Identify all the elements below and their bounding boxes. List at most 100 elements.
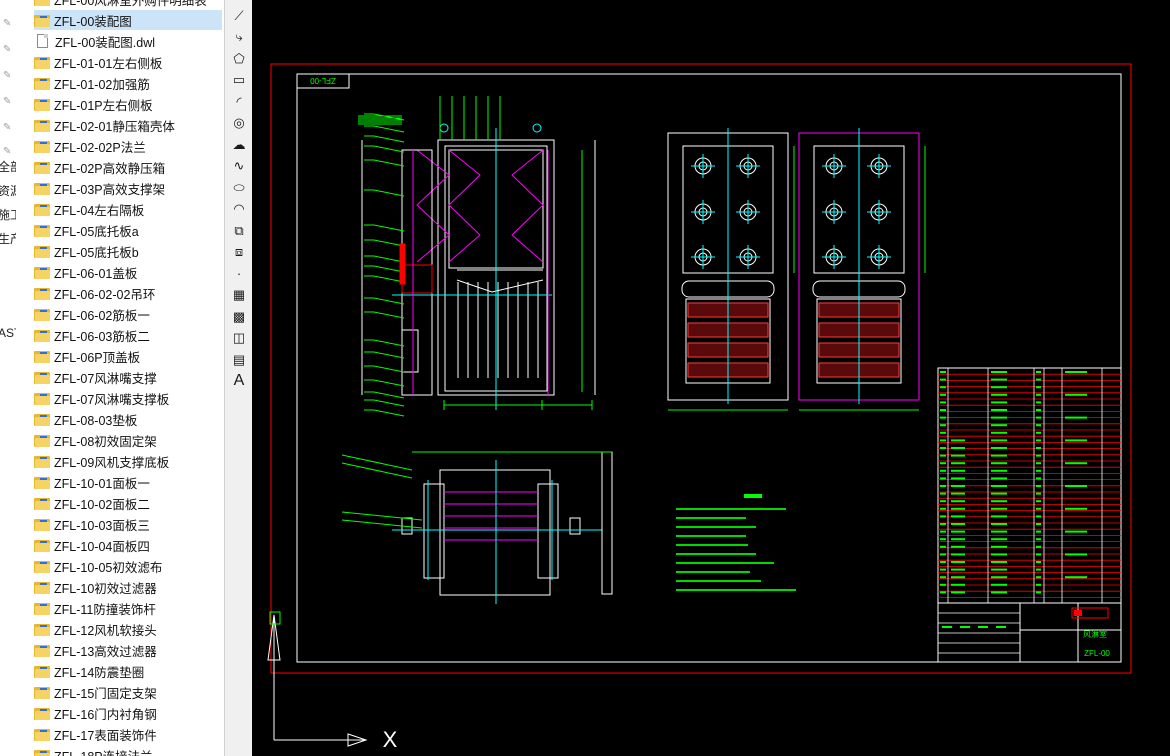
parts-cell-text — [1036, 454, 1041, 457]
file-list-item[interactable]: ZFL-09风机支撑底板 — [34, 451, 222, 471]
nav-item-label[interactable]: 生产 — [0, 230, 16, 247]
pin-icon[interactable]: ✎ — [3, 18, 11, 29]
pin-icon[interactable]: ✎ — [3, 44, 11, 55]
file-list-item[interactable]: ZFL-18P连接法兰 — [34, 745, 222, 756]
folder-icon — [34, 413, 50, 426]
air-nozzle-zigzag-mid — [448, 149, 481, 263]
parts-cell-text — [991, 447, 1007, 449]
folder-icon — [34, 329, 50, 342]
polyline-tool-button[interactable]: ⤷ — [229, 27, 249, 47]
region-tool-icon: ◫ — [232, 330, 246, 345]
file-list-item[interactable]: ZFL-05底托板b — [34, 241, 222, 261]
file-list-item-label: ZFL-02-01静压箱壳体 — [54, 119, 175, 134]
polygon-tool-button[interactable]: ⬠ — [229, 48, 249, 68]
file-list-item[interactable]: ZFL-10-05初效滤布 — [34, 556, 222, 576]
ucs-icon — [267, 611, 368, 747]
file-list-item[interactable]: ZFL-17表面装饰件 — [34, 724, 222, 744]
rectangle-tool-button[interactable]: ▭ — [229, 70, 249, 90]
title-block-text — [942, 626, 952, 628]
file-list-item[interactable]: ZFL-13高效过滤器 — [34, 640, 222, 660]
parts-cell-text — [940, 469, 946, 472]
notes-text-line — [676, 589, 796, 591]
file-list-item[interactable]: ZFL-05底托板a — [34, 220, 222, 240]
file-list-item[interactable]: ZFL-02P高效静压箱 — [34, 157, 222, 177]
make-block-tool-button[interactable]: ⧈ — [229, 242, 249, 262]
polygon-tool-icon: ⬠ — [233, 50, 245, 66]
pin-icon[interactable]: ✎ — [3, 122, 11, 133]
file-list-item[interactable]: ZFL-15门固定支架 — [34, 682, 222, 702]
file-list-item[interactable]: ZFL-07风淋嘴支撑 — [34, 367, 222, 387]
parts-cell-text — [951, 530, 965, 533]
circle-tool-button[interactable]: ◎ — [229, 113, 249, 133]
folder-icon — [34, 77, 50, 90]
pin-icon[interactable]: ✎ — [3, 96, 11, 107]
ellipse-arc-tool-button[interactable]: ◠ — [229, 199, 249, 219]
file-list-item[interactable]: ZFL-02-02P法兰 — [34, 136, 222, 156]
parts-cell-text — [1036, 591, 1041, 594]
file-list-item[interactable]: ZFL-02-01静压箱壳体 — [34, 115, 222, 135]
arc-tool-button[interactable]: ◜ — [229, 91, 249, 111]
file-list-item[interactable]: ZFL-10-02面板二 — [34, 493, 222, 513]
file-list-item[interactable]: ZFL-06-03筋板二 — [34, 325, 222, 345]
gradient-tool-button[interactable]: ▩ — [229, 306, 249, 326]
file-list-item[interactable]: ZFL-10-03面板三 — [34, 514, 222, 534]
revcloud-tool-button[interactable]: ☁ — [229, 134, 249, 154]
table-tool-button[interactable]: ▤ — [229, 349, 249, 369]
ucs-x-label: X — [383, 727, 398, 752]
insert-block-tool-button[interactable]: ⧉ — [229, 220, 249, 240]
file-list-item[interactable]: ZFL-01-01左右侧板 — [34, 52, 222, 72]
file-list-item[interactable]: ZFL-08-03垫板 — [34, 409, 222, 429]
multiline-text-tool-button[interactable]: A — [229, 371, 249, 391]
hatch-tool-button[interactable]: ▦ — [229, 285, 249, 305]
folder-icon — [34, 518, 50, 531]
drawing-canvas[interactable]: ZFL-00 风淋室 ZFL-00 X — [252, 0, 1170, 756]
file-list-item[interactable]: ZFL-06P顶盖板 — [34, 346, 222, 366]
file-list-item[interactable]: ZFL-06-02-02吊环 — [34, 283, 222, 303]
file-list-item[interactable]: ZFL-00装配图.dwl — [34, 31, 222, 51]
file-list-item[interactable]: ZFL-12风机软接头 — [34, 619, 222, 639]
ellipse-tool-button[interactable]: ⬭ — [229, 177, 249, 197]
parts-cell-text — [951, 568, 965, 571]
line-tool-button[interactable]: ⟋ — [229, 5, 249, 25]
pin-icon[interactable]: ✎ — [3, 146, 11, 157]
side-view-b — [798, 132, 926, 411]
file-list-item[interactable]: ZFL-07风淋嘴支撑板 — [34, 388, 222, 408]
file-list-item[interactable]: ZFL-04左右隔板 — [34, 199, 222, 219]
spline-tool-button[interactable]: ∿ — [229, 156, 249, 176]
parts-cell-text — [940, 591, 946, 594]
file-list-item[interactable]: ZFL-14防震垫圈 — [34, 661, 222, 681]
parts-cell-text — [1065, 485, 1087, 487]
file-list-item[interactable]: ZFL-01-02加强筋 — [34, 73, 222, 93]
file-list-item[interactable]: ZFL-10初效过滤器 — [34, 577, 222, 597]
file-list-item[interactable]: ZFL-00装配图 — [34, 10, 222, 30]
file-list-item[interactable]: ZFL-06-01盖板 — [34, 262, 222, 282]
file-list-item[interactable]: ZFL-10-01面板一 — [34, 472, 222, 492]
file-list-item[interactable]: ZFL-10-04面板四 — [34, 535, 222, 555]
side-view-a — [667, 132, 795, 411]
file-list-item[interactable]: ZFL-08初效固定架 — [34, 430, 222, 450]
pin-icon[interactable]: ✎ — [3, 70, 11, 81]
region-tool-button[interactable]: ◫ — [229, 328, 249, 348]
parts-cell-text — [940, 515, 946, 518]
nav-item-label[interactable]: 资源 — [0, 182, 16, 199]
nav-item-label[interactable]: AST — [0, 326, 16, 340]
file-list-item[interactable]: ZFL-01P左右侧板 — [34, 94, 222, 114]
file-list-item[interactable]: ZFL-11防撞装饰杆 — [34, 598, 222, 618]
front-view-line — [373, 365, 405, 373]
file-list-item[interactable]: ZFL-03P高效支撑架 — [34, 178, 222, 198]
parts-cell-text — [940, 386, 946, 389]
folder-icon — [34, 560, 50, 573]
rectangle-tool-icon: ▭ — [232, 72, 246, 87]
folder-icon — [34, 350, 50, 363]
file-list-item[interactable]: ZFL-00风淋室外购件明细表 — [34, 0, 222, 9]
nav-item-label[interactable]: 全部 — [0, 158, 16, 175]
point-tool-button[interactable]: · — [229, 263, 249, 283]
document-icon — [37, 34, 48, 48]
file-list-item[interactable]: ZFL-06-02筋板一 — [34, 304, 222, 324]
cad-drawing[interactable]: ZFL-00 风淋室 ZFL-00 X — [252, 0, 1170, 756]
nav-item-label[interactable]: 施工 — [0, 206, 16, 223]
folder-icon — [34, 434, 50, 447]
parts-cell-text — [991, 553, 1007, 556]
folder-icon — [34, 707, 50, 720]
file-list-item[interactable]: ZFL-16门内衬角钢 — [34, 703, 222, 723]
